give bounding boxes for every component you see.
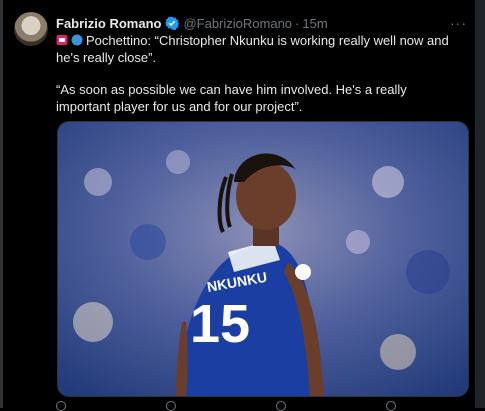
club-crest-icon — [295, 264, 311, 280]
red-flag-icon — [56, 33, 68, 45]
more-options-icon[interactable]: ··· — [450, 15, 467, 31]
author-name[interactable]: Fabrizio Romano — [56, 16, 161, 31]
timestamp[interactable]: 15m — [302, 16, 327, 31]
like-icon[interactable] — [276, 401, 286, 411]
tweet-card[interactable]: Fabrizio Romano @FabrizioRomano · 15m ··… — [3, 0, 475, 411]
verified-badge-icon — [165, 16, 180, 31]
tweet-paragraph: “As soon as possible we can have him inv… — [56, 81, 457, 115]
shirt-number: 15 — [190, 294, 250, 354]
tweet-header: Fabrizio Romano @FabrizioRomano · 15m ··… — [56, 14, 467, 32]
tweet-text-line2: “As soon as possible we can have him inv… — [56, 82, 407, 114]
avatar[interactable] — [14, 12, 48, 46]
separator-dot: · — [295, 15, 300, 31]
author-handle[interactable]: @FabrizioRomano — [183, 16, 292, 31]
tweet-photo[interactable]: NKUNKU 15 — [57, 121, 469, 397]
reply-icon[interactable] — [56, 401, 66, 411]
scrollbar-track[interactable] — [475, 0, 485, 408]
retweet-icon[interactable] — [166, 401, 176, 411]
share-icon[interactable] — [386, 401, 396, 411]
blue-circle-icon — [71, 33, 83, 46]
tweet-text: Pochettino: “Christopher Nkunku is worki… — [56, 32, 457, 130]
tweet-text-line1: Pochettino: “Christopher Nkunku is worki… — [56, 33, 449, 65]
action-bar — [56, 401, 455, 411]
tweet-paragraph: Pochettino: “Christopher Nkunku is worki… — [56, 32, 457, 66]
